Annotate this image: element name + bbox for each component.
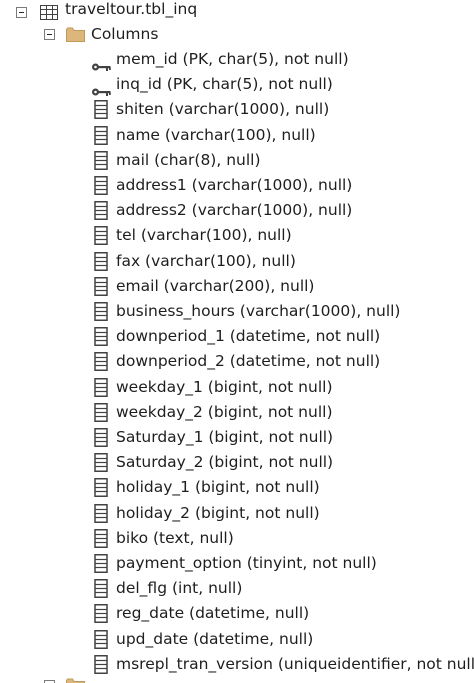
- column-label: downperiod_1 (datetime, not null): [116, 327, 381, 345]
- column-label: mail (char(8), null): [116, 151, 261, 169]
- tree-node-column[interactable]: name (varchar(100), null): [0, 123, 474, 148]
- tree-node-column[interactable]: business_hours (varchar(1000), null): [0, 299, 474, 324]
- tree-node-column[interactable]: Saturday_2 (bigint, not null): [0, 450, 474, 475]
- table-icon: [40, 5, 58, 20]
- column-label: biko (text, null): [116, 529, 234, 547]
- tree-node-column[interactable]: address1 (varchar(1000), null): [0, 173, 474, 198]
- tree-node-column[interactable]: reg_date (datetime, null): [0, 601, 474, 626]
- tree-node-column[interactable]: tel (varchar(100), null): [0, 223, 474, 248]
- tree-node-column[interactable]: shiten (varchar(1000), null): [0, 97, 474, 122]
- column-label: address1 (varchar(1000), null): [116, 176, 353, 194]
- tree-node-columns-folder[interactable]: Columns: [0, 22, 474, 47]
- column-label: Saturday_2 (bigint, not null): [116, 453, 334, 471]
- column-label: shiten (varchar(1000), null): [116, 100, 330, 118]
- tree-node-column[interactable]: holiday_2 (bigint, not null): [0, 501, 474, 526]
- tree-node-column[interactable]: downperiod_1 (datetime, not null): [0, 324, 474, 349]
- column-label: Saturday_1 (bigint, not null): [116, 428, 334, 446]
- tree-node-column[interactable]: Saturday_1 (bigint, not null): [0, 425, 474, 450]
- tree-node-column[interactable]: payment_option (tinyint, not null): [0, 551, 474, 576]
- tree-node-column[interactable]: holiday_1 (bigint, not null): [0, 475, 474, 500]
- folder-icon: [66, 27, 85, 42]
- folder-icon: [66, 678, 85, 683]
- tree-node-column[interactable]: del_flg (int, null): [0, 576, 474, 601]
- tree-node-column[interactable]: weekday_2 (bigint, not null): [0, 400, 474, 425]
- column-label: tel (varchar(100), null): [116, 226, 292, 244]
- tree-node-column[interactable]: mail (char(8), null): [0, 148, 474, 173]
- column-label: mem_id (PK, char(5), not null): [116, 50, 349, 68]
- column-label: inq_id (PK, char(5), not null): [116, 75, 333, 93]
- column-label: downperiod_2 (datetime, not null): [116, 352, 381, 370]
- column-label: del_flg (int, null): [116, 579, 243, 597]
- column-label: holiday_2 (bigint, not null): [116, 504, 320, 522]
- column-label: business_hours (varchar(1000), null): [116, 302, 401, 320]
- column-label: reg_date (datetime, null): [116, 604, 310, 622]
- column-label: name (varchar(100), null): [116, 126, 316, 144]
- column-label: fax (varchar(100), null): [116, 252, 296, 270]
- column-label: email (varchar(200), null): [116, 277, 315, 295]
- column-label: address2 (varchar(1000), null): [116, 201, 353, 219]
- collapse-toggle-columns[interactable]: [44, 29, 55, 40]
- columns-folder-label: Columns: [91, 25, 159, 43]
- tree-node-column[interactable]: inq_id (PK, char(5), not null): [0, 72, 474, 97]
- tree-node-column[interactable]: fax (varchar(100), null): [0, 249, 474, 274]
- column-label: holiday_1 (bigint, not null): [116, 478, 320, 496]
- tree-node-next-folder[interactable]: [0, 674, 474, 683]
- tree-node-column[interactable]: biko (text, null): [0, 526, 474, 551]
- column-label: payment_option (tinyint, not null): [116, 554, 377, 572]
- collapse-toggle-table[interactable]: [16, 7, 27, 18]
- tree-node-column[interactable]: downperiod_2 (datetime, not null): [0, 349, 474, 374]
- column-label: weekday_1 (bigint, not null): [116, 378, 333, 396]
- tree-node-column[interactable]: address2 (varchar(1000), null): [0, 198, 474, 223]
- tree-node-column[interactable]: upd_date (datetime, null): [0, 627, 474, 652]
- table-label: traveltour.tbl_inq: [65, 0, 198, 18]
- column-label: weekday_2 (bigint, not null): [116, 403, 333, 421]
- tree-node-column[interactable]: email (varchar(200), null): [0, 274, 474, 299]
- tree-node-column[interactable]: weekday_1 (bigint, not null): [0, 375, 474, 400]
- column-label: upd_date (datetime, null): [116, 630, 314, 648]
- tree-node-column[interactable]: mem_id (PK, char(5), not null): [0, 47, 474, 72]
